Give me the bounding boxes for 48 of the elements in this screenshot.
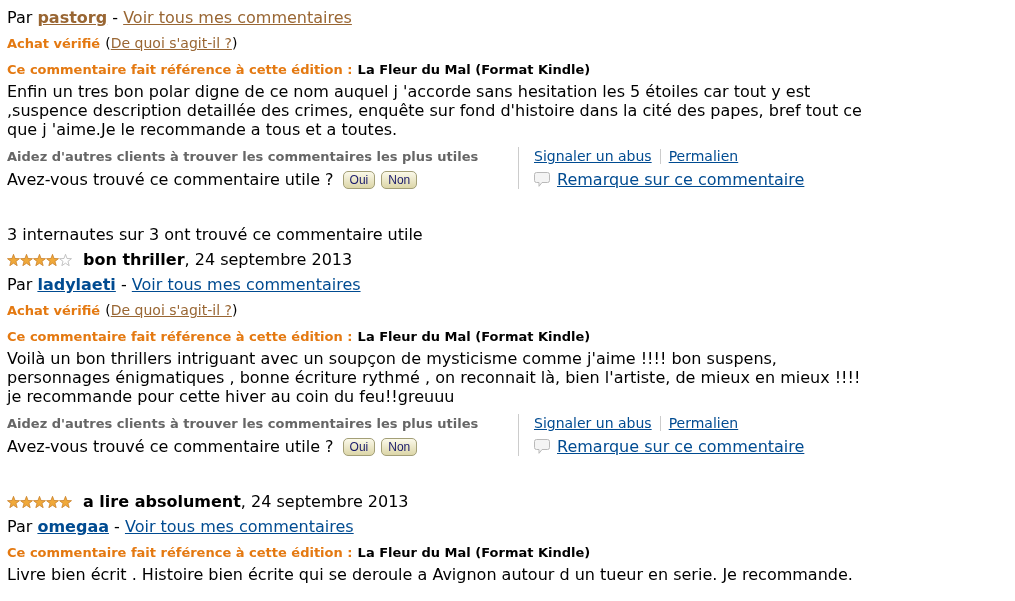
helpfulness-question: Avez-vous trouvé ce commentaire utile ?	[7, 437, 334, 456]
review-text: Enfin un tres bon polar digne de ce nom auquel j 'accorde sans hesitation les 5 étoiles car tout y est ,suspence description detaillée des crimes, enquête sur fond d'histoire dans la cité des papes, bref tout ce que j 'aime.Je le recommande a tous et a toutes.	[7, 82, 863, 139]
review-headline: bon thriller, 24 septembre 2013	[83, 250, 353, 269]
speech-bubble-icon	[534, 172, 550, 187]
author-link[interactable]: pastorg	[37, 8, 108, 27]
review-text: Voilà un bon thrillers intriguant avec un soupçon de mysticisme comme j'aime !!!! bon suspens, personnages énigmatiques , bonne écriture rythmé , on reconnait là, bien l'artiste, de mieux en mieux !!!! je recommande pour cette hiver au coin du feu!!greuuu	[7, 349, 862, 406]
report-abuse-link[interactable]: Signaler un abus	[534, 414, 652, 433]
separator-text: -	[112, 8, 119, 27]
comment-link[interactable]: Remarque sur ce commentaire	[557, 437, 805, 456]
separator-text: -	[114, 517, 120, 536]
review-headline: a lire absolument, 24 septembre 2013	[83, 492, 409, 511]
comment-link[interactable]: Remarque sur ce commentaire	[557, 170, 805, 189]
vote-button[interactable]: Non	[381, 170, 418, 189]
separator-text: -	[120, 275, 127, 294]
vote-button[interactable]: Oui	[342, 437, 376, 456]
by-text: Par	[7, 517, 33, 536]
permalink-link[interactable]: Permalien	[668, 147, 739, 166]
by-text: Par	[7, 275, 33, 294]
parenthesis-text: )	[231, 35, 238, 51]
helpful-count-text: 3 internautes sur 3 ont trouvé ce commentaire utile	[7, 225, 423, 244]
author-link[interactable]: ladylaeti	[37, 275, 116, 294]
help-link[interactable]: De quoi s'agit-il ?	[110, 302, 232, 318]
edition-label: Ce commentaire fait référence à cette édition :	[7, 545, 353, 560]
verified-purchase-label: Achat vérifié	[7, 303, 101, 318]
edition-title: La Fleur du Mal (Format Kindle)	[357, 329, 591, 344]
all-reviews-link[interactable]: Voir tous mes commentaires	[124, 517, 354, 536]
parenthesis-text: (	[105, 35, 111, 51]
vote-button[interactable]: Oui	[342, 170, 376, 189]
vote-button[interactable]: Non	[381, 437, 418, 456]
author-link[interactable]: omegaa	[37, 517, 109, 536]
helpfulness-question: Avez-vous trouvé ce commentaire utile ?	[7, 170, 334, 189]
edition-label: Ce commentaire fait référence à cette édition :	[7, 62, 353, 77]
helpfulness-prompt: Aidez d'autres clients à trouver les commentaires les plus utiles	[7, 415, 479, 433]
edition-title: La Fleur du Mal (Format Kindle)	[357, 545, 591, 560]
permalink-link[interactable]: Permalien	[668, 414, 739, 433]
parenthesis-text: (	[105, 302, 111, 318]
report-abuse-link[interactable]: Signaler un abus	[534, 147, 652, 166]
edition-title: La Fleur du Mal (Format Kindle)	[357, 62, 591, 77]
by-text: Par	[7, 8, 33, 27]
helpfulness-prompt: Aidez d'autres clients à trouver les commentaires les plus utiles	[7, 148, 479, 166]
verified-purchase-label: Achat vérifié	[7, 36, 101, 51]
speech-bubble-icon	[534, 439, 550, 454]
all-reviews-link[interactable]: Voir tous mes commentaires	[131, 275, 361, 294]
help-link[interactable]: De quoi s'agit-il ?	[110, 35, 232, 51]
edition-label: Ce commentaire fait référence à cette édition :	[7, 329, 353, 344]
review-text: Livre bien écrit . Histoire bien écrite qui se deroule a Avignon autour d un tueur en serie. Je recommande.	[7, 565, 854, 584]
all-reviews-link[interactable]: Voir tous mes commentaires	[123, 8, 352, 27]
parenthesis-text: )	[231, 302, 238, 318]
